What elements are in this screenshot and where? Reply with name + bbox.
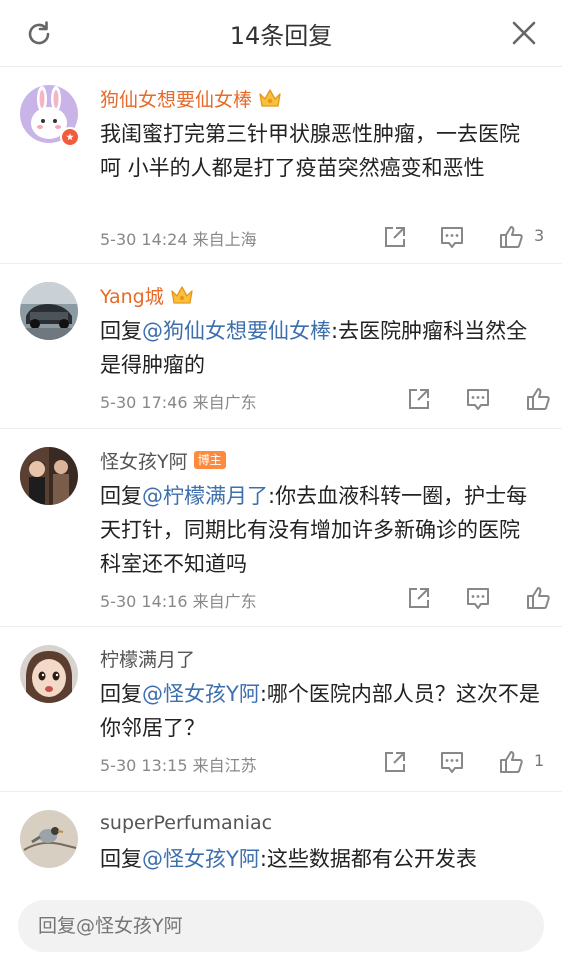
avatar[interactable] (20, 645, 78, 703)
comment-icon[interactable] (465, 386, 491, 412)
comment-item: superPerfumaniac 回复@怪女孩Y阿:这些数据都有公开发表 (0, 792, 562, 890)
header: 14条回复 (0, 0, 562, 67)
comment-item: 柠檬满月了 回复@怪女孩Y阿:哪个医院内部人员？这次不是你邻居了？ 5-30 1… (0, 627, 562, 792)
crown-icon (259, 89, 281, 107)
page-title: 14条回复 (229, 22, 333, 50)
reply-input[interactable] (18, 900, 544, 952)
crown-icon (171, 286, 193, 304)
comment-item: 怪女孩Y阿 博主 回复@柠檬满月了:你去血液科转一圈，护士每天打针，同期比有没有… (0, 429, 562, 627)
comment-meta: 5-30 14:16 来自广东 (100, 592, 257, 611)
blogger-tag: 博主 (193, 451, 226, 469)
comment-icon[interactable] (439, 224, 465, 250)
like-count: 3 (534, 226, 545, 245)
comment-text: 回复@柠檬满月了:你去血液科转一圈，护士每天打针，同期比有没有增加许多新确诊的医… (100, 484, 528, 576)
comment-meta: 5-30 17:46 来自广东 (100, 393, 257, 412)
comment-text: 回复@狗仙女想要仙女棒:去医院肿瘤科当然全是得肿瘤的 (100, 319, 528, 377)
comment-icon[interactable] (465, 585, 491, 611)
share-icon[interactable] (406, 386, 432, 412)
verified-badge-icon (60, 127, 80, 147)
mention-link[interactable]: @怪女孩Y阿 (142, 847, 260, 871)
comment-text: 回复@怪女孩Y阿:这些数据都有公开发表 (100, 847, 477, 871)
avatar[interactable] (20, 810, 78, 868)
mention-link[interactable]: @怪女孩Y阿 (142, 682, 260, 706)
comment-text: 回复@怪女孩Y阿:哪个医院内部人员？这次不是你邻居了？ (100, 682, 540, 740)
like-icon[interactable] (498, 749, 524, 775)
like-icon[interactable] (525, 386, 551, 412)
comment-icon[interactable] (439, 749, 465, 775)
comment-item: 狗仙女想要仙女棒 我闺蜜打完第三针甲状腺恶性肿瘤，一去医院 呵 小半的人都是打了… (0, 67, 562, 264)
like-count: 1 (534, 751, 545, 770)
username[interactable]: superPerfumaniac (100, 812, 272, 834)
username[interactable]: 怪女孩Y阿 (100, 447, 188, 474)
share-icon[interactable] (382, 749, 408, 775)
close-icon[interactable] (512, 21, 536, 45)
comment-text: 我闺蜜打完第三针甲状腺恶性肿瘤，一去医院 呵 小半的人都是打了疫苗突然癌变和恶性 (100, 122, 520, 180)
like-icon[interactable] (498, 224, 524, 250)
comment-item: Yang城 回复@狗仙女想要仙女棒:去医院肿瘤科当然全是得肿瘤的 5-30 17… (0, 264, 562, 429)
avatar[interactable] (20, 282, 78, 340)
like-icon[interactable] (525, 585, 551, 611)
share-icon[interactable] (382, 224, 408, 250)
comment-meta: 5-30 13:15 来自江苏 (100, 756, 257, 775)
username[interactable]: Yang城 (100, 282, 164, 309)
username[interactable]: 柠檬满月了 (100, 645, 195, 672)
comment-meta: 5-30 14:24 来自上海 (100, 230, 257, 249)
share-icon[interactable] (406, 585, 432, 611)
username[interactable]: 狗仙女想要仙女棒 (100, 85, 252, 112)
mention-link[interactable]: @狗仙女想要仙女棒 (142, 319, 331, 343)
mention-link[interactable]: @柠檬满月了 (142, 484, 268, 508)
avatar[interactable] (20, 447, 78, 505)
comment-list[interactable]: 狗仙女想要仙女棒 我闺蜜打完第三针甲状腺恶性肿瘤，一去医院 呵 小半的人都是打了… (0, 67, 562, 890)
